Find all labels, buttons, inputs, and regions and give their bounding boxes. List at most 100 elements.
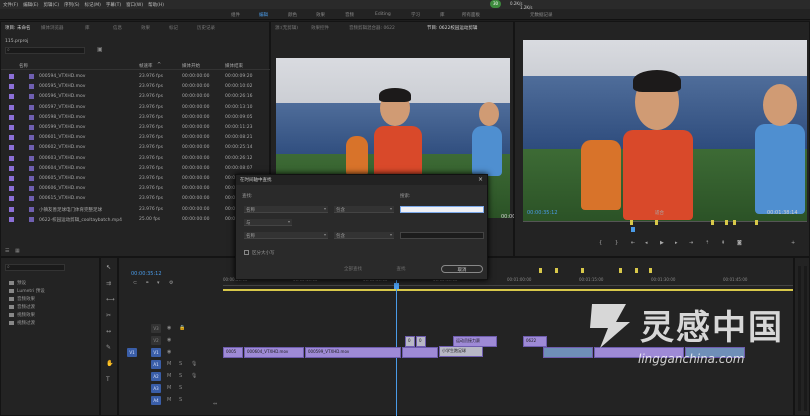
label-color-swatch[interactable] bbox=[9, 155, 14, 161]
workspace-library[interactable]: 库 bbox=[440, 12, 445, 18]
track-target-a1[interactable]: A1 bbox=[151, 360, 161, 369]
add-marker-icon[interactable]: ▾ bbox=[157, 280, 160, 286]
go-to-in-icon[interactable]: ⇤ bbox=[631, 240, 635, 246]
timeline-clip-v1[interactable]: 0005 bbox=[223, 347, 243, 358]
col-fps[interactable]: 帧速率 bbox=[139, 63, 153, 69]
camera-icon[interactable]: ◙ bbox=[737, 240, 742, 246]
find-button[interactable]: 查找 bbox=[382, 265, 420, 273]
workspace-learn[interactable]: 学习 bbox=[411, 12, 420, 18]
selection-tool-icon[interactable]: ↖ bbox=[106, 264, 111, 271]
find-op-select-2[interactable]: 包含 ▾ bbox=[334, 232, 394, 239]
tab-program[interactable]: 节目: 0622校园运动剪辑 bbox=[427, 25, 477, 31]
ripple-edit-tool-icon[interactable]: ⟷ bbox=[106, 296, 115, 303]
workspace-audio[interactable]: 音频 bbox=[345, 12, 354, 18]
text-tool-icon[interactable]: T bbox=[106, 376, 110, 383]
track-target-v2[interactable]: V2 bbox=[151, 336, 161, 345]
pen-tool-icon[interactable]: ✎ bbox=[106, 344, 111, 351]
lock-track-icon[interactable]: 🔒 bbox=[179, 325, 185, 331]
label-color-swatch[interactable] bbox=[9, 176, 14, 181]
mute-icon[interactable]: M bbox=[167, 397, 171, 403]
track-target-v1[interactable]: V1 bbox=[151, 348, 161, 357]
menu-file[interactable]: 文件(F) bbox=[3, 2, 18, 8]
toggle-output-icon[interactable]: ◉ bbox=[167, 349, 171, 355]
program-timecode[interactable]: 00:00:35:12 bbox=[527, 210, 558, 216]
mark-in-icon[interactable]: { bbox=[599, 240, 602, 246]
case-sensitive-checkbox[interactable] bbox=[244, 250, 249, 255]
timeline-clip-v2[interactable]: 0 bbox=[405, 336, 415, 347]
menu-edit[interactable]: 编辑(E) bbox=[23, 2, 38, 8]
label-color-swatch[interactable] bbox=[9, 135, 14, 141]
tab-history[interactable]: 历史记录 bbox=[197, 25, 215, 31]
project-item-row[interactable]: 000602_VTXHD.mov 23.976 fps 00:00:00:00 00:… bbox=[9, 143, 267, 153]
tab-effects[interactable]: 效果 bbox=[141, 25, 150, 31]
effects-folder-item[interactable]: 音频效果 bbox=[9, 296, 35, 302]
icon-view-icon[interactable]: ▦ bbox=[15, 248, 20, 254]
list-view-icon[interactable]: ☰ bbox=[5, 248, 9, 254]
project-item-row[interactable]: 000597_VTXHD.mov 23.976 fps 00:00:00:00 00:… bbox=[9, 103, 267, 113]
track-height-icon[interactable]: ⇔ bbox=[213, 401, 217, 407]
timeline-clip-v1[interactable] bbox=[402, 347, 438, 358]
workspace-all-panels[interactable]: 所有面板 bbox=[462, 12, 480, 18]
solo-icon[interactable]: S bbox=[179, 361, 182, 367]
project-search-input[interactable]: ⌕ bbox=[5, 47, 85, 54]
source-patch-v1[interactable]: V1 bbox=[127, 348, 137, 357]
timeline-clip-v2[interactable]: 0622 bbox=[523, 336, 547, 347]
track-target-a2[interactable]: A2 bbox=[151, 372, 161, 381]
mute-icon[interactable]: M bbox=[167, 373, 171, 379]
track-target-a3[interactable]: A3 bbox=[151, 384, 161, 393]
add-button-icon[interactable]: + bbox=[791, 240, 795, 246]
find-op-select-1[interactable]: 包含 ▾ bbox=[334, 206, 394, 213]
effects-folder-item[interactable]: Lumetri 预设 bbox=[9, 288, 45, 294]
workspace-assembly[interactable]: 组件 bbox=[231, 12, 240, 18]
timeline-settings-icon[interactable]: ⚙ bbox=[169, 280, 173, 286]
workspace-editing[interactable]: 编辑 bbox=[259, 12, 268, 18]
slip-tool-icon[interactable]: ↔ bbox=[106, 328, 111, 335]
menu-marker[interactable]: 标记(M) bbox=[85, 2, 101, 8]
hand-tool-icon[interactable]: ✋ bbox=[106, 360, 113, 367]
new-bin-icon[interactable]: ▣ bbox=[97, 46, 103, 53]
lift-icon[interactable]: ⇡ bbox=[705, 240, 709, 246]
go-to-out-icon[interactable]: ⇥ bbox=[689, 240, 693, 246]
tab-media-browser[interactable]: 媒体浏览器 bbox=[41, 25, 64, 31]
menu-clip[interactable]: 剪辑(C) bbox=[43, 2, 59, 8]
timeline-timecode[interactable]: 00:00:35:12 bbox=[131, 271, 162, 277]
match-logic-select[interactable]: 与 ▾ bbox=[244, 219, 292, 226]
mic-icon[interactable]: 🎙 bbox=[191, 373, 197, 379]
project-item-row[interactable]: 000599_VTXHD.mov 23.976 fps 00:00:00:00 00:… bbox=[9, 123, 267, 133]
work-area-bar[interactable] bbox=[223, 289, 793, 291]
project-item-row[interactable]: 000594_VTXHD.mov 23.976 fps 00:00:00:00 00:… bbox=[9, 72, 267, 82]
find-all-button[interactable]: 全部查找 bbox=[334, 265, 372, 273]
project-item-row[interactable]: 000595_VTXHD.mov 23.976 fps 00:00:00:00 00:… bbox=[9, 82, 267, 92]
label-color-swatch[interactable] bbox=[9, 206, 14, 212]
solo-icon[interactable]: S bbox=[179, 385, 182, 391]
menu-title[interactable]: 字幕(T) bbox=[106, 2, 121, 8]
workspace-metadata[interactable]: 元数据记录 bbox=[530, 12, 553, 18]
col-media-start[interactable]: 媒体开始 bbox=[182, 63, 200, 69]
linked-selection-icon[interactable]: ⚭ bbox=[145, 280, 149, 286]
mark-out-icon[interactable]: } bbox=[615, 240, 618, 246]
label-color-swatch[interactable] bbox=[9, 114, 14, 120]
razor-tool-icon[interactable]: ✂ bbox=[106, 312, 111, 319]
workspace-effects[interactable]: 效果 bbox=[316, 12, 325, 18]
solo-icon[interactable]: S bbox=[179, 373, 182, 379]
timeline-clip-v1[interactable]: 000599_VTXHD.mov bbox=[305, 347, 401, 358]
toggle-output-icon[interactable]: ◉ bbox=[167, 337, 171, 343]
label-color-swatch[interactable] bbox=[9, 216, 14, 222]
track-target-a4[interactable]: A4 bbox=[151, 396, 161, 405]
effects-folder-item[interactable]: 视频效果 bbox=[9, 312, 35, 318]
step-forward-icon[interactable]: ▸ bbox=[675, 240, 678, 246]
label-color-swatch[interactable] bbox=[9, 165, 14, 171]
mic-icon[interactable]: 🎙 bbox=[191, 361, 197, 367]
menu-window[interactable]: 窗口(W) bbox=[126, 2, 143, 8]
label-color-swatch[interactable] bbox=[9, 196, 14, 202]
program-fit-select[interactable]: 适合 bbox=[655, 210, 664, 216]
col-media-end[interactable]: 媒体结束 bbox=[225, 63, 243, 69]
cancel-button[interactable]: 取消 bbox=[441, 265, 483, 273]
tab-effect-controls[interactable]: 效果控件 bbox=[311, 25, 329, 31]
col-name[interactable]: 名称 bbox=[19, 63, 28, 69]
solo-icon[interactable]: S bbox=[179, 397, 182, 403]
effects-folder-item[interactable]: 音频过渡 bbox=[9, 304, 35, 310]
playhead-handle[interactable] bbox=[394, 283, 399, 289]
toggle-output-icon[interactable]: ◉ bbox=[167, 325, 171, 331]
workspace-color[interactable]: 颜色 bbox=[288, 12, 297, 18]
